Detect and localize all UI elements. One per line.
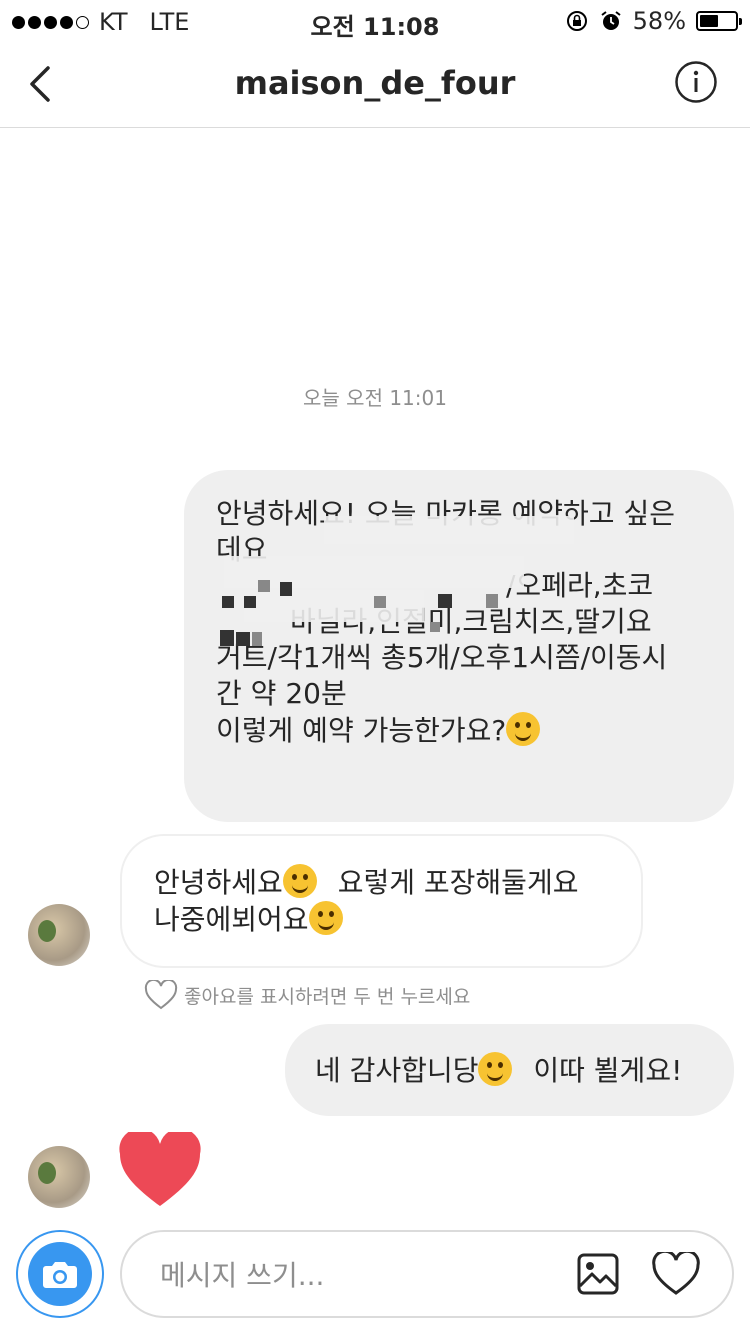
chat-title[interactable]: maison_de_four bbox=[0, 64, 750, 102]
like-hint-text: 좋아요를 표시하려면 두 번 누르세요 bbox=[184, 985, 471, 1008]
redaction-pixel bbox=[244, 596, 256, 608]
smiling-face-icon bbox=[282, 864, 317, 898]
battery-level bbox=[700, 15, 719, 27]
rotation-lock-icon bbox=[566, 11, 587, 31]
redaction-pixel bbox=[486, 594, 498, 608]
redaction-pixel bbox=[280, 582, 292, 596]
message-text: 나중에뵈어요 bbox=[154, 903, 309, 936]
heart-icon[interactable] bbox=[118, 1132, 202, 1208]
message-timestamp: 오늘 오전 11:01 bbox=[303, 386, 447, 410]
image-icon[interactable] bbox=[576, 1252, 620, 1296]
outgoing-message-bubble[interactable]: 네 감사합니당 이따 뵐게요! bbox=[285, 1024, 734, 1116]
heart-outline-icon[interactable] bbox=[652, 1252, 700, 1296]
redaction-pixel bbox=[258, 580, 270, 592]
message-line: 간 약 20분 bbox=[216, 677, 347, 710]
battery-icon bbox=[696, 11, 742, 31]
incoming-message-bubble[interactable]: 안녕하세요 요렇게 포장해둘게요 나중에뵈어요 bbox=[120, 834, 643, 968]
message-line: 거트/각1개씩 총5개/오후1시쯤/이동시 bbox=[216, 641, 668, 674]
redaction-pixel bbox=[236, 632, 250, 646]
avatar[interactable] bbox=[28, 1146, 90, 1208]
status-bar: KT LTE 오전 11:08 58% bbox=[0, 0, 750, 41]
redaction-pixel bbox=[430, 622, 440, 632]
redaction-mask bbox=[244, 590, 424, 622]
message-line: 이렇게 예약 가능한가요? bbox=[216, 712, 702, 749]
message-composer bbox=[120, 1230, 734, 1318]
smiling-face-icon bbox=[506, 712, 541, 746]
alarm-icon bbox=[601, 11, 621, 30]
double-tap-like-hint: 좋아요를 표시하려면 두 번 누르세요 bbox=[144, 980, 470, 1010]
redaction-pixel bbox=[222, 596, 234, 608]
redaction-mask bbox=[324, 516, 574, 544]
camera-icon bbox=[28, 1242, 92, 1306]
status-right: 58% bbox=[565, 7, 742, 35]
camera-button[interactable] bbox=[16, 1230, 104, 1318]
redaction-pixel bbox=[220, 630, 234, 646]
message-text: 안녕하세요 bbox=[154, 866, 283, 899]
message-text: 이따 뵐게요! bbox=[533, 1054, 683, 1087]
message-text: 이렇게 예약 가능한가요? bbox=[216, 714, 507, 747]
battery-percent: 58% bbox=[632, 7, 686, 35]
chat-header: maison_de_four bbox=[0, 40, 750, 128]
message-input[interactable] bbox=[158, 1250, 562, 1300]
outgoing-message-bubble[interactable]: 안녕하세요! 오늘 마카롱 예약하고 싶은 데요 /오페라,초코 바닐라,인절미… bbox=[184, 470, 734, 822]
redaction-pixel bbox=[374, 596, 386, 608]
message-text: 요렇게 포장해둘게요 bbox=[337, 866, 579, 899]
grinning-face-icon bbox=[308, 901, 343, 935]
laughing-face-icon bbox=[478, 1052, 513, 1086]
avatar[interactable] bbox=[28, 904, 90, 966]
heart-outline-icon bbox=[144, 980, 178, 1010]
redaction-pixel bbox=[252, 632, 262, 646]
info-icon[interactable] bbox=[674, 60, 718, 104]
redaction-pixel bbox=[438, 594, 452, 608]
message-text: 네 감사합니당 bbox=[315, 1054, 479, 1087]
